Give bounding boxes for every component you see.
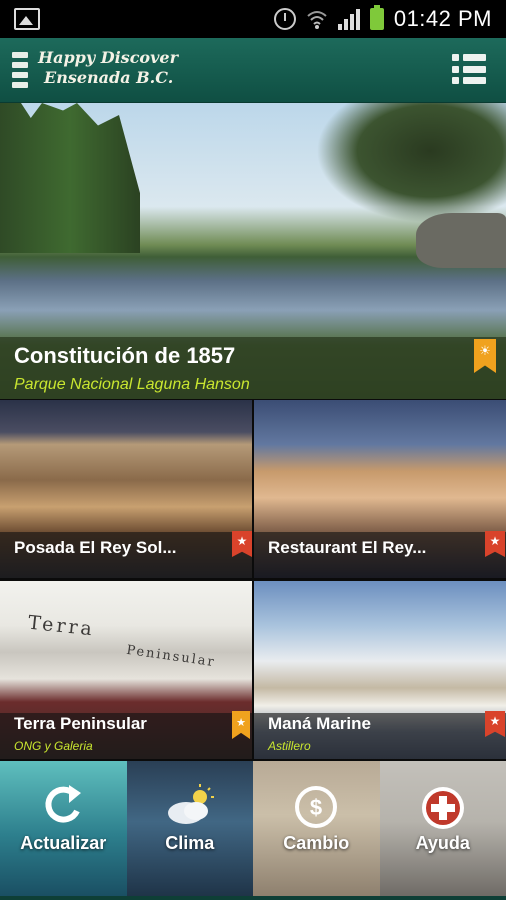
- medical-help-icon: [418, 783, 468, 838]
- bottom-border: [0, 896, 506, 900]
- alarm-icon: [273, 8, 296, 30]
- tile-actualizar[interactable]: Actualizar: [0, 761, 127, 896]
- refresh-icon: [43, 783, 83, 834]
- svg-text:$: $: [310, 795, 322, 820]
- card-title: Terra Peninsular: [14, 714, 147, 733]
- app-title-line1: Happy Discover: [38, 48, 179, 67]
- card-title: Maná Marine: [268, 714, 371, 733]
- card-subtitle: ONG y Galeria: [14, 739, 93, 753]
- app-title-line2: Ensenada B.C.: [44, 68, 174, 87]
- weather-icon: [162, 783, 218, 832]
- quick-actions: Actualizar Clima $ Cambio Ayuda: [0, 761, 506, 896]
- card-title: Posada El Rey Sol...: [14, 538, 177, 557]
- photo-sign-peninsular: Peninsular: [125, 642, 217, 671]
- tile-clima[interactable]: Clima: [126, 761, 253, 896]
- wifi-icon: [306, 8, 328, 30]
- gallery-icon: [14, 8, 40, 30]
- photo-trees: [0, 103, 140, 253]
- menu-icon[interactable]: [12, 52, 28, 88]
- tile-label: Actualizar: [20, 833, 107, 853]
- place-card-posada[interactable]: Posada El Rey Sol... ★: [0, 400, 252, 578]
- status-bar: 01:42 PM: [0, 0, 506, 38]
- list-view-icon[interactable]: [452, 54, 486, 84]
- signal-icon: [337, 8, 360, 30]
- photo-sign-terra: Terra: [27, 611, 96, 641]
- tile-label: Clima: [165, 833, 215, 853]
- featured-subtitle: Parque Nacional Laguna Hanson: [14, 376, 250, 393]
- battery-icon: [369, 5, 384, 30]
- featured-card[interactable]: Constitución de 1857 Parque Nacional Lag…: [0, 103, 506, 399]
- status-time: 01:42 PM: [393, 6, 492, 31]
- app-bar: Happy Discover Ensenada B.C.: [0, 38, 506, 104]
- card-title: Restaurant El Rey...: [268, 538, 427, 557]
- photo-tree-right: [316, 103, 506, 223]
- featured-title: Constitución de 1857: [14, 343, 236, 368]
- place-card-terra-peninsular[interactable]: Terra Peninsular Terra Peninsular ONG y …: [0, 581, 252, 759]
- place-card-restaurant[interactable]: Restaurant El Rey... ★: [254, 400, 506, 578]
- app-title: Happy Discover Ensenada B.C.: [38, 48, 178, 88]
- tile-ayuda[interactable]: Ayuda: [379, 761, 506, 896]
- currency-exchange-icon: $: [292, 783, 340, 836]
- tile-label: Cambio: [283, 833, 350, 853]
- photo-rock: [416, 213, 506, 268]
- card-subtitle: Astillero: [268, 739, 311, 753]
- place-card-mana-marine[interactable]: Maná Marine Astillero ★: [254, 581, 506, 759]
- tile-cambio[interactable]: $ Cambio: [253, 761, 380, 896]
